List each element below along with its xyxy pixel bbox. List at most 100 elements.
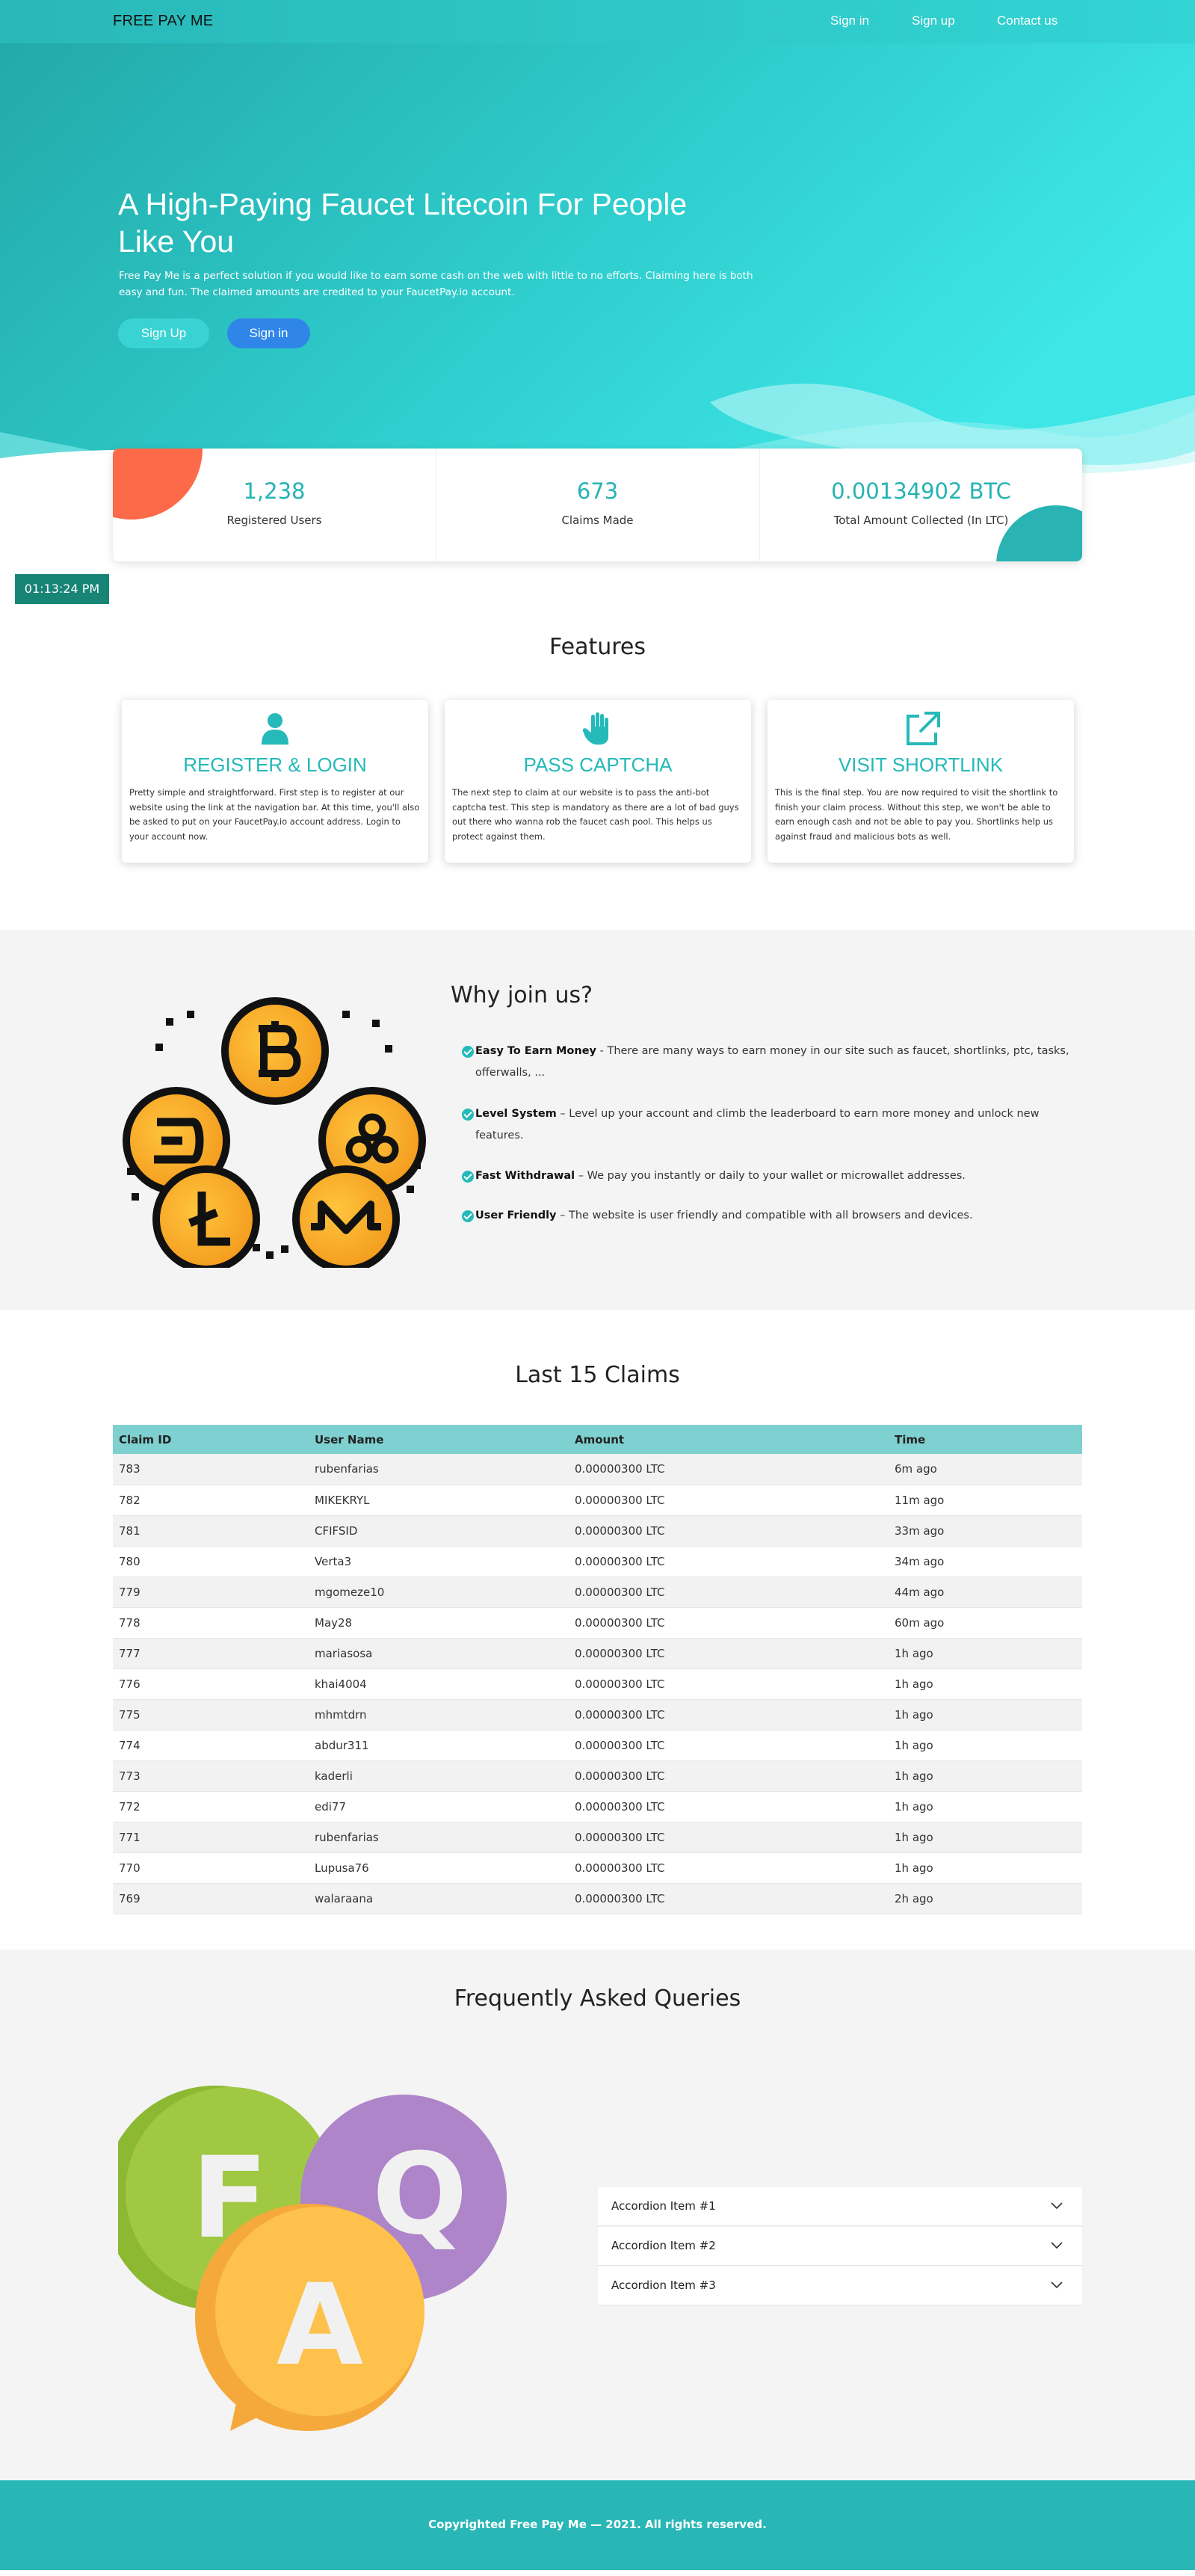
user-icon (262, 713, 288, 745)
feature-card-shortlink: VISIT SHORTLINK This is the final step. … (768, 700, 1074, 863)
cell-claim-id: 772 (113, 1791, 309, 1822)
hero-title: A High-Paying Faucet Litecoin For People… (118, 187, 688, 259)
nav-sign-in-link[interactable]: Sign in (830, 13, 869, 28)
cell-user-name: May28 (309, 1607, 569, 1639)
cell-amount: 0.00000300 LTC (569, 1852, 889, 1884)
cell-user-name: rubenfarias (309, 1454, 569, 1485)
cell-time: 1h ago (889, 1638, 1082, 1669)
navbar: FREE PAY ME Sign in Sign up Contact us (0, 0, 1195, 43)
cell-amount: 0.00000300 LTC (569, 1546, 889, 1577)
why-item-bold: User Friendly (475, 1210, 557, 1221)
stat-value: 1,238 (243, 478, 306, 504)
col-amount: Amount (569, 1425, 889, 1454)
cell-time: 1h ago (889, 1699, 1082, 1731)
why-item-text: – The website is user friendly and compa… (556, 1210, 973, 1221)
table-row: 776 khai4004 0.00000300 LTC 1h ago (113, 1668, 1082, 1700)
why-item-bold: Fast Withdrawal (475, 1170, 575, 1182)
feature-text: This is the final step. You are now requ… (775, 787, 1058, 842)
table-row: 774 abdur311 0.00000300 LTC 1h ago (113, 1730, 1082, 1761)
accordion-label: Accordion Item #2 (611, 2239, 716, 2252)
claims-table: Claim ID User Name Amount Time 783 rubenf… (113, 1425, 1082, 1914)
cell-amount: 0.00000300 LTC (569, 1822, 889, 1853)
hero-section: A High-Paying Faucet Litecoin For People… (0, 43, 1195, 492)
cell-user-name: edi77 (309, 1791, 569, 1822)
cell-amount: 0.00000300 LTC (569, 1485, 889, 1516)
accordion-item-2[interactable]: Accordion Item #2 (598, 2227, 1082, 2266)
cell-claim-id: 782 (113, 1485, 309, 1516)
cell-claim-id: 780 (113, 1546, 309, 1577)
cell-amount: 0.00000300 LTC (569, 1638, 889, 1669)
cell-time: 6m ago (889, 1454, 1082, 1485)
hero-sign-up-button[interactable]: Sign Up (118, 318, 209, 348)
footer: Copyrighted Free Pay Me — 2021. All righ… (0, 2480, 1195, 2570)
faq-letter-q: Q (372, 2130, 468, 2260)
brand-logo[interactable]: FREE PAY ME (113, 13, 213, 30)
table-row: 772 edi77 0.00000300 LTC 1h ago (113, 1791, 1082, 1822)
cell-claim-id: 781 (113, 1515, 309, 1547)
cell-time: 1h ago (889, 1668, 1082, 1700)
nav-contact-link[interactable]: Contact us (997, 13, 1057, 28)
table-row: 782 MIKEKRYL 0.00000300 LTC 11m ago (113, 1485, 1082, 1516)
why-item-level-system: Level System – Level up your account and… (462, 1103, 1073, 1147)
feature-title: REGISTER & LOGIN (183, 754, 367, 776)
table-row: 783 rubenfarias 0.00000300 LTC 6m ago (113, 1454, 1082, 1485)
why-item-bold: Easy To Earn Money (475, 1045, 597, 1057)
bitcoin-coin (221, 997, 329, 1105)
feature-card-register: REGISTER & LOGIN Pretty simple and strai… (122, 700, 428, 863)
cell-user-name: mgomeze10 (309, 1577, 569, 1608)
cell-amount: 0.00000300 LTC (569, 1883, 889, 1914)
hero-subtitle: Free Pay Me is a perfect solution if you… (119, 270, 753, 298)
cell-amount: 0.00000300 LTC (569, 1577, 889, 1608)
why-item-user-friendly: User Friendly – The website is user frie… (462, 1205, 1073, 1227)
faq-letter-a: A (277, 2261, 363, 2391)
features-title: Features (549, 634, 646, 660)
cell-user-name: MIKEKRYL (309, 1485, 569, 1516)
table-row: 778 May28 0.00000300 LTC 60m ago (113, 1607, 1082, 1639)
cell-claim-id: 775 (113, 1699, 309, 1731)
why-join-title: Why join us? (451, 982, 593, 1008)
cell-user-name: abdur311 (309, 1730, 569, 1761)
why-join-section: Why join us? Easy To Earn Money - There … (0, 930, 1195, 1310)
col-time: Time (889, 1425, 1082, 1454)
check-icon (462, 1171, 474, 1183)
cell-amount: 0.00000300 LTC (569, 1607, 889, 1639)
table-header-row: Claim ID User Name Amount Time (113, 1425, 1082, 1454)
cell-user-name: CFIFSID (309, 1515, 569, 1547)
cell-time: 1h ago (889, 1822, 1082, 1853)
cell-claim-id: 769 (113, 1883, 309, 1914)
cell-amount: 0.00000300 LTC (569, 1730, 889, 1761)
col-claim-id: Claim ID (113, 1425, 309, 1454)
cell-amount: 0.00000300 LTC (569, 1760, 889, 1792)
feature-text: The next step to claim at our website is… (452, 787, 739, 842)
chevron-down-icon (1051, 2281, 1063, 2289)
stat-claims-made: 673 Claims Made (436, 449, 759, 561)
cell-user-name: Lupusa76 (309, 1852, 569, 1884)
claims-table-body: 783 rubenfarias 0.00000300 LTC 6m ago 782 MIK… (113, 1454, 1082, 1914)
accordion-label: Accordion Item #3 (611, 2278, 716, 2292)
feature-text: Pretty simple and straightforward. First… (129, 787, 420, 842)
cell-user-name: rubenfarias (309, 1822, 569, 1853)
cell-time: 34m ago (889, 1546, 1082, 1577)
cell-claim-id: 778 (113, 1607, 309, 1639)
table-row: 780 Verta3 0.00000300 LTC 34m ago (113, 1546, 1082, 1577)
cell-claim-id: 770 (113, 1852, 309, 1884)
claims-title: Last 15 Claims (515, 1362, 680, 1388)
cell-time: 1h ago (889, 1791, 1082, 1822)
cell-user-name: kaderli (309, 1760, 569, 1792)
cell-claim-id: 777 (113, 1638, 309, 1669)
nav-sign-up-link[interactable]: Sign up (912, 13, 955, 28)
cell-user-name: mariasosa (309, 1638, 569, 1669)
cell-user-name: khai4004 (309, 1668, 569, 1700)
why-item-bold: Level System (475, 1108, 557, 1120)
cell-claim-id: 774 (113, 1730, 309, 1761)
faq-title: Frequently Asked Queries (454, 1985, 741, 2012)
accordion-label: Accordion Item #1 (611, 2199, 716, 2213)
cell-claim-id: 779 (113, 1577, 309, 1608)
table-row: 769 walaraana 0.00000300 LTC 2h ago (113, 1883, 1082, 1914)
accordion-item-3[interactable]: Accordion Item #3 (598, 2267, 1082, 2305)
accordion-item-1[interactable]: Accordion Item #1 (598, 2187, 1082, 2226)
hero-sign-in-button[interactable]: Sign in (227, 318, 310, 348)
faq-illustration: F Q A (118, 2086, 507, 2431)
external-link-icon (907, 712, 940, 745)
check-icon (462, 1210, 474, 1222)
